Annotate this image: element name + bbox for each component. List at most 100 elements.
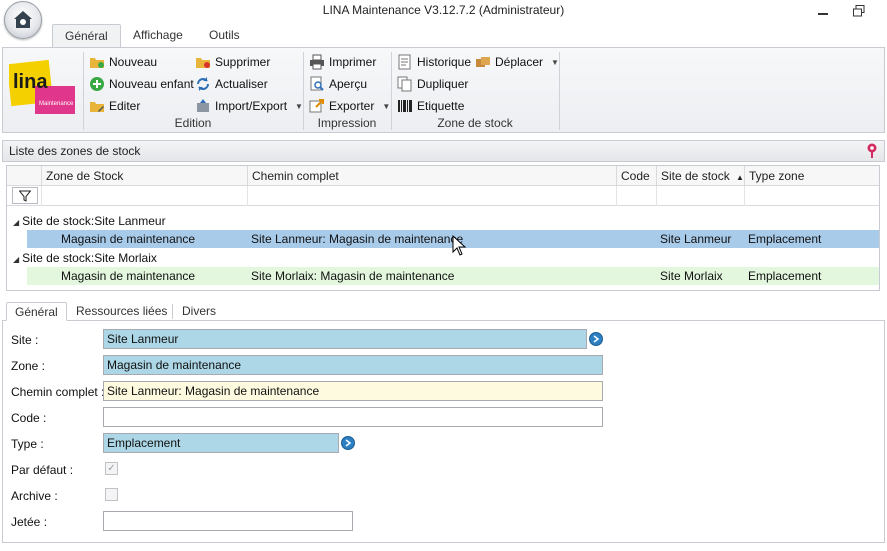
column-header-code[interactable]: Code (616, 166, 656, 186)
print-button[interactable]: Imprimer (309, 52, 376, 72)
mouse-cursor-icon (452, 235, 467, 256)
type-field[interactable]: Emplacement (103, 433, 339, 453)
delete-label: Supprimer (215, 55, 271, 69)
chevron-down-icon: ▼ (382, 101, 391, 111)
column-header-type[interactable]: Type zone (744, 166, 879, 186)
cell-site: Site Lanmeur (660, 232, 732, 246)
history-icon (398, 54, 411, 70)
filter-cell-site[interactable] (656, 186, 744, 206)
export-label: Exporter (329, 99, 375, 113)
new-child-label: Nouveau enfant (109, 77, 194, 91)
history-label: Historique (417, 55, 472, 69)
minimize-icon (818, 13, 828, 15)
import-export-button[interactable]: Import/Export ▼ (195, 96, 303, 116)
funnel-icon (19, 190, 31, 202)
archive-label: Archive : (11, 489, 58, 503)
pin-icon[interactable] (866, 143, 878, 159)
arrow-right-icon (593, 335, 600, 343)
code-field[interactable] (103, 407, 603, 427)
list-panel-header: Liste des zones de stock (2, 140, 885, 162)
window-title: LINA Maintenance V3.12.7.2 (Administrate… (322, 3, 565, 17)
zone-field[interactable]: Magasin de maintenance (103, 355, 603, 375)
chemin-label: Chemin complet : (11, 385, 105, 399)
chemin-field[interactable]: Site Lanmeur: Magasin de maintenance (103, 381, 603, 401)
filter-cell-code[interactable] (616, 186, 656, 206)
import-export-icon (197, 99, 209, 112)
edit-label: Editer (109, 99, 141, 113)
collapse-triangle-icon: ◢ (13, 218, 20, 227)
zones-grid: Zone de Stock Chemin complet Code Site d… (6, 165, 880, 291)
move-label: Déplacer (495, 55, 544, 69)
ribbon: lina Maintenance Nouveau Supprimer Nouve… (2, 47, 885, 133)
type-label: Type : (11, 437, 44, 451)
move-button[interactable]: Déplacer ▼ (475, 52, 559, 72)
sort-asc-icon: ▲ (736, 173, 744, 182)
import-export-label: Import/Export (215, 99, 288, 113)
site-field[interactable]: Site Lanmeur (103, 329, 587, 349)
duplicate-button[interactable]: Dupliquer (397, 74, 468, 94)
group-label: Site de stock:Site Lanmeur (22, 214, 166, 228)
detail-tab-ressources[interactable]: Ressources liées (68, 302, 175, 321)
group-row[interactable]: ◢ Site de stock:Site Lanmeur (7, 212, 879, 230)
export-button[interactable]: Exporter ▼ (309, 96, 390, 116)
table-row[interactable]: Magasin de maintenance Site Morlaix: Mag… (27, 267, 879, 285)
group-row[interactable]: ◢ Site de stock:Site Morlaix (7, 249, 879, 267)
column-header-zone[interactable]: Zone de Stock (41, 166, 247, 186)
cell-chemin: Site Morlaix: Magasin de maintenance (251, 269, 455, 283)
ribbon-tabs: Général Affichage Outils (0, 22, 887, 48)
printer-icon (310, 54, 324, 70)
detail-tab-general[interactable]: Général (6, 302, 67, 321)
delete-folder-icon (196, 58, 210, 68)
export-icon (309, 99, 324, 113)
home-icon (14, 11, 32, 28)
cell-code (616, 267, 656, 285)
code-label: Code : (11, 411, 47, 425)
site-label: Site : (11, 333, 39, 347)
par-defaut-label: Par défaut : (11, 463, 74, 477)
tab-affichage[interactable]: Affichage (121, 24, 195, 48)
duplicate-icon (397, 76, 412, 92)
new-child-button[interactable]: Nouveau enfant (89, 74, 194, 94)
site-lookup-button[interactable] (589, 332, 603, 346)
preview-label: Aperçu (329, 77, 368, 91)
detail-tab-divers[interactable]: Divers (174, 302, 224, 321)
refresh-button[interactable]: Actualiser (195, 74, 268, 94)
label-button[interactable]: Etiquette (397, 96, 464, 116)
grid-header: Zone de Stock Chemin complet Code Site d… (7, 166, 879, 186)
new-button[interactable]: Nouveau (89, 52, 157, 72)
tab-separator (172, 304, 173, 319)
new-folder-icon (90, 58, 104, 68)
jetee-label: Jetée : (11, 515, 48, 529)
duplicate-label: Dupliquer (417, 77, 469, 91)
app-menu-button[interactable] (4, 1, 42, 39)
column-header-chemin[interactable]: Chemin complet (247, 166, 616, 186)
filter-cell-type[interactable] (744, 186, 879, 206)
detail-tabs: Général Ressources liées Divers (2, 300, 885, 321)
filter-cell-zone[interactable] (41, 186, 247, 206)
tab-general[interactable]: Général (52, 24, 121, 48)
title-bar: LINA Maintenance V3.12.7.2 (Administrate… (0, 0, 887, 22)
delete-button[interactable]: Supprimer (195, 52, 270, 72)
column-header-site[interactable]: Site de stock ▲ (656, 166, 744, 186)
filter-button[interactable] (12, 187, 38, 204)
par-defaut-checkbox[interactable]: ✓ (105, 462, 118, 475)
checkmark-icon: ✓ (107, 463, 116, 474)
print-label: Imprimer (329, 55, 377, 69)
lina-logo: lina Maintenance (9, 59, 75, 114)
filter-cell-chemin[interactable] (247, 186, 616, 206)
magnifier-icon (310, 76, 324, 91)
new-label: Nouveau (109, 55, 158, 69)
zone-label: Zone : (11, 359, 46, 373)
minimize-button[interactable] (811, 2, 835, 20)
edit-button[interactable]: Editer (89, 96, 140, 116)
barcode-icon (398, 100, 412, 112)
restore-button[interactable] (847, 2, 871, 20)
history-button[interactable]: Historique (397, 52, 471, 72)
tab-outils[interactable]: Outils (197, 24, 252, 48)
preview-button[interactable]: Aperçu (309, 74, 367, 94)
group-label: Site de stock:Site Morlaix (22, 251, 157, 265)
archive-checkbox[interactable] (105, 488, 118, 501)
restore-icon (853, 5, 865, 17)
jetee-field[interactable] (103, 511, 353, 531)
type-lookup-button[interactable] (341, 436, 355, 450)
